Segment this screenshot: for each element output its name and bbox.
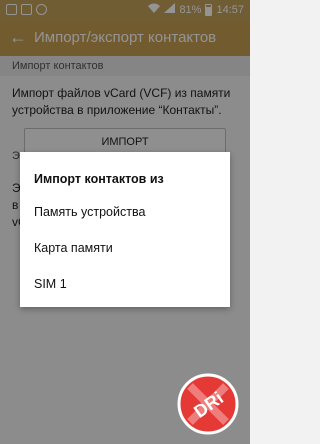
option-sim1[interactable]: SIM 1 — [20, 266, 230, 302]
dialog-title: Импорт контактов из — [34, 172, 164, 186]
option-memory-card[interactable]: Карта памяти — [20, 230, 230, 266]
dri-watermark-logo: DRi — [176, 372, 240, 436]
import-source-dialog: Импорт контактов из Память устройства Ка… — [20, 152, 230, 307]
option-device-memory[interactable]: Память устройства — [20, 194, 230, 230]
